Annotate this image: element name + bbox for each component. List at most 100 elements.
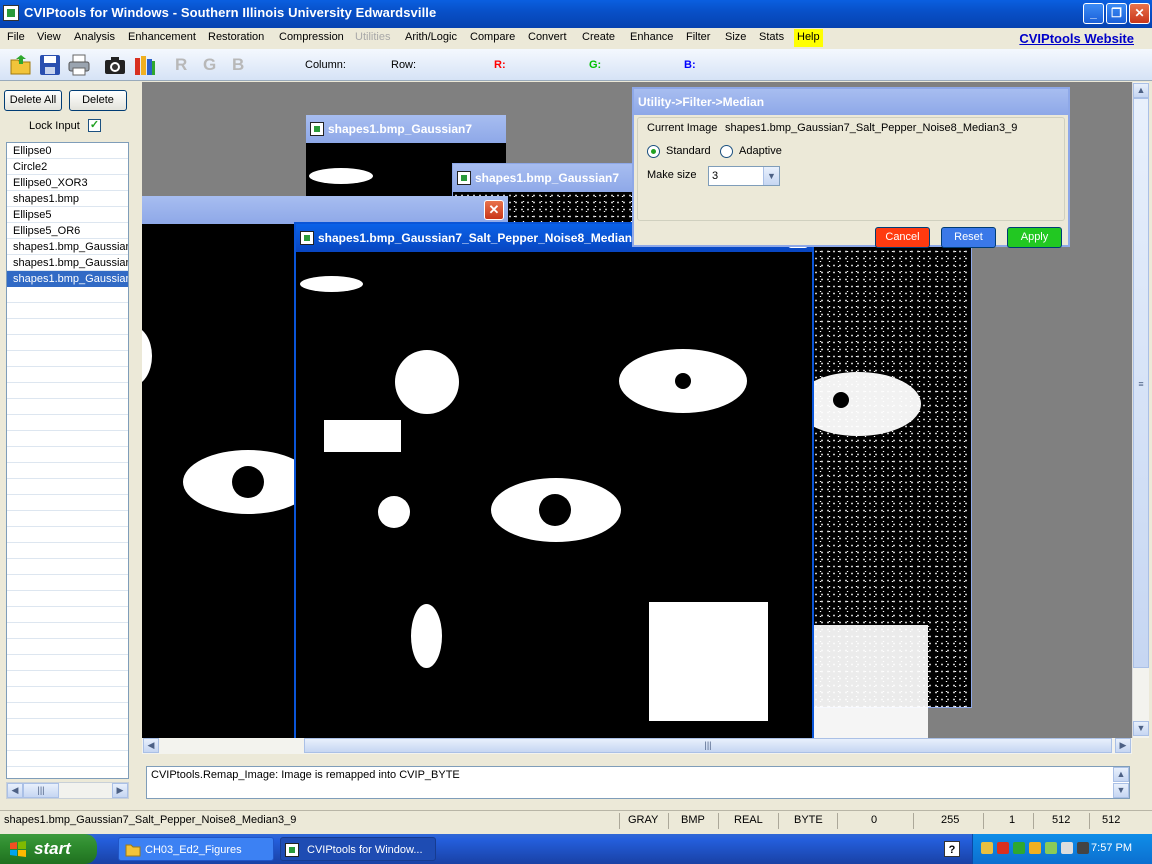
speaker-icon[interactable] <box>1061 842 1073 854</box>
ellipse-hole <box>232 466 264 498</box>
workspace-horizontal-scrollbar[interactable]: ◀ ||| ▶ <box>142 738 1132 754</box>
cancel-button[interactable]: Cancel <box>875 227 930 248</box>
menu-file[interactable]: File <box>7 31 25 43</box>
tray-app-icon[interactable] <box>1013 842 1025 854</box>
g-value-label: G: <box>589 59 602 71</box>
start-button[interactable]: start <box>0 834 97 864</box>
scroll-left-icon[interactable]: ◀ <box>7 783 23 798</box>
menu-size[interactable]: Size <box>725 31 746 43</box>
list-item[interactable]: shapes1.bmp_Gaussian7 <box>7 255 128 271</box>
apply-button[interactable]: Apply <box>1007 227 1062 248</box>
workspace-vertical-scrollbar[interactable]: ▲ ≡ ▼ <box>1132 82 1149 738</box>
scroll-down-icon[interactable]: ▼ <box>1133 721 1149 736</box>
menu-view[interactable]: View <box>37 31 61 43</box>
tray-app-icon[interactable] <box>1029 842 1041 854</box>
scroll-left-icon[interactable]: ◀ <box>143 738 159 753</box>
tray-app-icon[interactable] <box>981 842 993 854</box>
list-horizontal-scrollbar[interactable]: ◀ ||| ▶ <box>6 782 129 799</box>
current-image-label: Current Image <box>647 122 718 134</box>
list-item[interactable]: Ellipse0 <box>7 143 128 159</box>
scroll-thumb[interactable]: ||| <box>23 783 59 798</box>
menu-utilities[interactable]: Utilities <box>355 31 390 43</box>
scroll-right-icon[interactable]: ▶ <box>112 783 128 798</box>
status-divider <box>1089 813 1090 829</box>
menu-filter[interactable]: Filter <box>686 31 710 43</box>
window-title-bar[interactable]: shapes1.bmp_Gaussian7 <box>306 115 506 143</box>
reset-button[interactable]: Reset <box>941 227 996 248</box>
taskbar-item-folder[interactable]: CH03_Ed2_Figures <box>118 837 274 861</box>
adaptive-radio[interactable] <box>720 145 733 158</box>
noisy-square-shape <box>808 625 928 738</box>
delete-button[interactable]: Delete <box>69 90 127 111</box>
tray-app-icon[interactable] <box>1077 842 1089 854</box>
menu-arith-logic[interactable]: Arith/Logic <box>405 31 457 43</box>
image-window-active[interactable]: shapes1.bmp_Gaussian7_Salt_Pepper_Noise8… <box>294 222 814 738</box>
status-color-space: GRAY <box>628 814 659 826</box>
taskbar-item-cviptools[interactable]: CVIPtools for Window... <box>280 837 436 861</box>
dialog-title: Utility->Filter->Median <box>634 89 1068 115</box>
r-channel-button[interactable]: R <box>175 55 187 75</box>
menu-restoration[interactable]: Restoration <box>208 31 264 43</box>
menu-compare[interactable]: Compare <box>470 31 515 43</box>
chevron-down-icon[interactable]: ▼ <box>763 167 779 185</box>
tray-app-icon[interactable] <box>1045 842 1057 854</box>
make-size-value: 3 <box>712 170 719 182</box>
menu-enhance[interactable]: Enhance <box>630 31 673 43</box>
menu-compression[interactable]: Compression <box>279 31 344 43</box>
taskbar-item-label: CVIPtools for Window... <box>307 844 423 856</box>
window-title-bar[interactable] <box>142 196 508 224</box>
current-image-value: shapes1.bmp_Gaussian7_Salt_Pepper_Noise8… <box>725 122 1018 134</box>
help-tray-icon[interactable]: ? <box>944 841 960 857</box>
menu-enhancement[interactable]: Enhancement <box>128 31 196 43</box>
tray-app-icon[interactable] <box>997 842 1009 854</box>
make-size-select[interactable]: 3 ▼ <box>708 166 780 186</box>
list-item[interactable]: shapes1.bmp_Gaussian7 <box>7 239 128 255</box>
list-item[interactable]: shapes1.bmp <box>7 191 128 207</box>
close-button[interactable]: ✕ <box>1129 3 1150 24</box>
menu-convert[interactable]: Convert <box>528 31 567 43</box>
window-app-icon <box>300 231 314 245</box>
list-item-selected[interactable]: shapes1.bmp_Gaussian7 <box>7 271 128 287</box>
list-item[interactable]: Ellipse0_XOR3 <box>7 175 128 191</box>
scroll-down-icon[interactable]: ▼ <box>1113 783 1129 798</box>
restore-button[interactable]: ❐ <box>1106 3 1127 24</box>
delete-all-button[interactable]: Delete All <box>4 90 62 111</box>
taskbar: start CH03_Ed2_Figures CVIPtools for Win… <box>0 834 1152 864</box>
close-window-icon[interactable]: ✕ <box>484 200 504 220</box>
status-divider <box>778 813 779 829</box>
scroll-up-icon[interactable]: ▲ <box>1133 83 1149 98</box>
open-folder-icon[interactable] <box>9 53 33 77</box>
log-output[interactable]: CVIPtools.Remap_Image: Image is remapped… <box>146 766 1130 799</box>
status-bar: shapes1.bmp_Gaussian7_Salt_Pepper_Noise8… <box>0 810 1152 830</box>
list-item[interactable]: Ellipse5 <box>7 207 128 223</box>
b-channel-button[interactable]: B <box>232 55 244 75</box>
list-item[interactable]: Ellipse5_OR6 <box>7 223 128 239</box>
windows-logo-icon <box>10 841 26 857</box>
ellipse-hole <box>833 392 849 408</box>
scroll-thumb[interactable]: ||| <box>304 738 1112 753</box>
standard-radio[interactable] <box>647 145 660 158</box>
log-text: CVIPtools.Remap_Image: Image is remapped… <box>151 769 460 781</box>
status-divider <box>837 813 838 829</box>
list-item[interactable]: Circle2 <box>7 159 128 175</box>
print-icon[interactable] <box>67 53 91 77</box>
camera-icon[interactable] <box>103 53 127 77</box>
books-icon[interactable] <box>133 53 157 77</box>
scroll-right-icon[interactable]: ▶ <box>1115 738 1131 753</box>
scroll-up-icon[interactable]: ▲ <box>1113 767 1129 782</box>
lock-input-checkbox[interactable]: ✓ <box>88 119 101 132</box>
scroll-thumb[interactable]: ≡ <box>1133 98 1149 668</box>
status-format: BMP <box>681 814 705 826</box>
save-icon[interactable] <box>38 53 62 77</box>
clock[interactable]: 7:57 PM <box>1091 842 1132 854</box>
menu-help[interactable]: Help <box>794 29 823 47</box>
image-listbox[interactable]: Ellipse0 Circle2 Ellipse0_XOR3 shapes1.b… <box>6 142 129 779</box>
image-canvas[interactable] <box>296 252 812 738</box>
menu-analysis[interactable]: Analysis <box>74 31 115 43</box>
menu-stats[interactable]: Stats <box>759 31 784 43</box>
minimize-button[interactable]: _ <box>1083 3 1104 24</box>
status-divider <box>913 813 914 829</box>
website-link[interactable]: CVIPtools Website <box>1019 31 1134 46</box>
g-channel-button[interactable]: G <box>203 55 216 75</box>
menu-create[interactable]: Create <box>582 31 615 43</box>
